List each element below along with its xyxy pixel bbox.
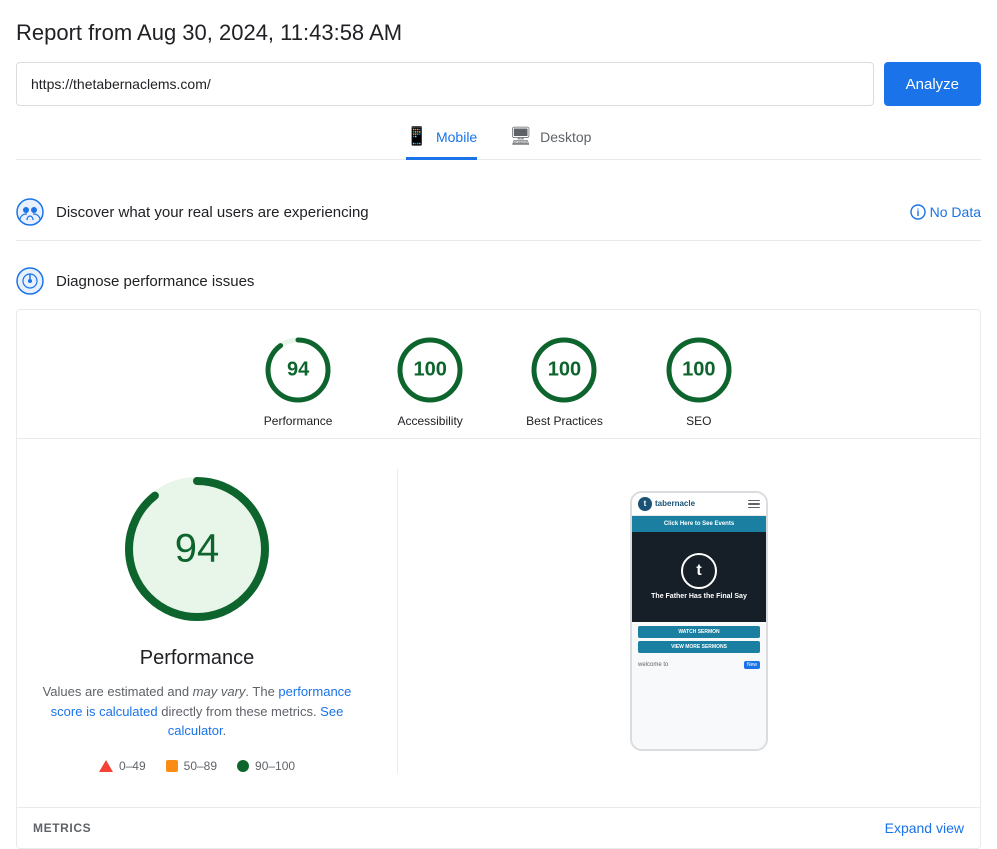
mobile-cta-banner: Click Here to See Events — [632, 516, 766, 532]
score-value-accessibility: 100 — [413, 359, 446, 382]
mobile-logo-text: tabernacle — [655, 499, 695, 508]
score-circle-seo: 100 — [663, 334, 735, 406]
discover-label: Discover what your real users are experi… — [56, 204, 369, 221]
bottom-bar: METRICS Expand view — [17, 807, 980, 848]
perf-title: Performance — [140, 647, 255, 670]
score-circle-best-practices: 100 — [528, 334, 600, 406]
perf-desc-may-vary: may vary — [193, 684, 246, 699]
score-label-accessibility: Accessibility — [397, 414, 462, 428]
legend-low: 0–49 — [99, 759, 146, 773]
info-icon: i — [910, 204, 926, 220]
discover-left: Discover what your real users are experi… — [16, 198, 369, 226]
tab-desktop[interactable]: 🖥 Desktop — [509, 126, 591, 160]
tab-desktop-label: Desktop — [540, 129, 591, 145]
menu-line-3 — [748, 507, 760, 509]
discover-section: Discover what your real users are experi… — [16, 184, 981, 241]
report-title: Report from Aug 30, 2024, 11:43:58 AM — [16, 20, 981, 46]
perf-description: Values are estimated and may vary. The p… — [37, 682, 357, 741]
score-label-seo: SEO — [686, 414, 711, 428]
score-label-performance: Performance — [264, 414, 333, 428]
big-score-circle: 94 — [117, 469, 277, 629]
legend-high: 90–100 — [237, 759, 295, 773]
url-bar-row: Analyze — [16, 62, 981, 106]
legend-low-label: 0–49 — [119, 759, 146, 773]
diagnose-section: Diagnose performance issues — [16, 257, 981, 309]
diagnose-label: Diagnose performance issues — [56, 273, 254, 290]
score-item-seo[interactable]: 100 SEO — [663, 334, 735, 428]
legend-high-label: 90–100 — [255, 759, 295, 773]
tabs-row: 📱 Mobile 🖥 Desktop — [16, 126, 981, 160]
no-data-link[interactable]: i No Data — [910, 204, 981, 220]
legend-mid: 50–89 — [166, 759, 217, 773]
score-label-best-practices: Best Practices — [526, 414, 603, 428]
score-value-best-practices: 100 — [548, 359, 581, 382]
users-icon — [16, 198, 44, 226]
scores-row: 94 Performance 100 Accessibility — [17, 310, 980, 439]
mobile-hero-t: t — [696, 562, 701, 580]
perf-desc-text2: . The — [245, 684, 278, 699]
mobile-footer-text: welcome to — [638, 662, 668, 668]
mobile-logo: t tabernacle — [638, 497, 695, 511]
mobile-hero-title: The Father Has the Final Say — [651, 593, 747, 601]
perf-left: 94 Performance Values are estimated and … — [37, 469, 357, 773]
performance-detail: 94 Performance Values are estimated and … — [17, 439, 980, 803]
mobile-btn-row: WATCH SERMON VIEW MORE SERMONS — [632, 622, 766, 657]
menu-line-1 — [748, 500, 760, 502]
mobile-preview-header: t tabernacle — [632, 493, 766, 516]
desktop-icon: 🖥 — [509, 126, 532, 147]
score-item-best-practices[interactable]: 100 Best Practices — [526, 334, 603, 428]
legend-triangle-icon — [99, 760, 113, 772]
mobile-more-sermons-btn: VIEW MORE SERMONS — [638, 641, 760, 653]
menu-line-2 — [748, 503, 760, 505]
score-value-seo: 100 — [682, 359, 715, 382]
score-item-performance[interactable]: 94 Performance — [262, 334, 334, 428]
perf-right: t tabernacle Click Here to See Events — [438, 469, 960, 773]
mobile-hero: t The Father Has the Final Say — [632, 532, 766, 622]
score-value-performance: 94 — [287, 359, 309, 382]
metrics-label: METRICS — [33, 821, 91, 835]
mobile-watch-sermon-btn: WATCH SERMON — [638, 626, 760, 638]
svg-text:i: i — [916, 208, 919, 219]
perf-desc-text3: directly from these metrics. — [158, 704, 321, 719]
mobile-preview-inner: t tabernacle Click Here to See Events — [632, 493, 766, 749]
tab-mobile-label: Mobile — [436, 129, 477, 145]
legend-square-icon — [166, 760, 178, 772]
expand-view-link[interactable]: Expand view — [885, 820, 964, 836]
mobile-new-badge: New — [744, 661, 760, 669]
scores-container: 94 Performance 100 Accessibility — [16, 309, 981, 849]
mobile-icon: 📱 — [406, 126, 428, 147]
vertical-divider — [397, 469, 398, 773]
tab-mobile[interactable]: 📱 Mobile — [406, 126, 478, 160]
legend-dot-icon — [237, 760, 249, 772]
legend-mid-label: 50–89 — [184, 759, 217, 773]
mobile-hero-logo: t — [681, 553, 717, 589]
score-circle-performance: 94 — [262, 334, 334, 406]
mobile-menu-icon — [748, 500, 760, 509]
big-score-value: 94 — [175, 527, 220, 572]
legend-row: 0–49 50–89 90–100 — [99, 759, 295, 773]
perf-desc-text4: . — [223, 723, 227, 738]
url-input[interactable] — [16, 62, 874, 106]
mobile-preview: t tabernacle Click Here to See Events — [630, 491, 768, 751]
analyze-button[interactable]: Analyze — [884, 62, 981, 106]
no-data-label: No Data — [930, 204, 981, 220]
score-circle-accessibility: 100 — [394, 334, 466, 406]
mobile-logo-icon: t — [638, 497, 652, 511]
score-item-accessibility[interactable]: 100 Accessibility — [394, 334, 466, 428]
performance-icon — [16, 267, 44, 295]
mobile-footer: welcome to New — [632, 657, 766, 673]
perf-desc-text1: Values are estimated and — [43, 684, 193, 699]
